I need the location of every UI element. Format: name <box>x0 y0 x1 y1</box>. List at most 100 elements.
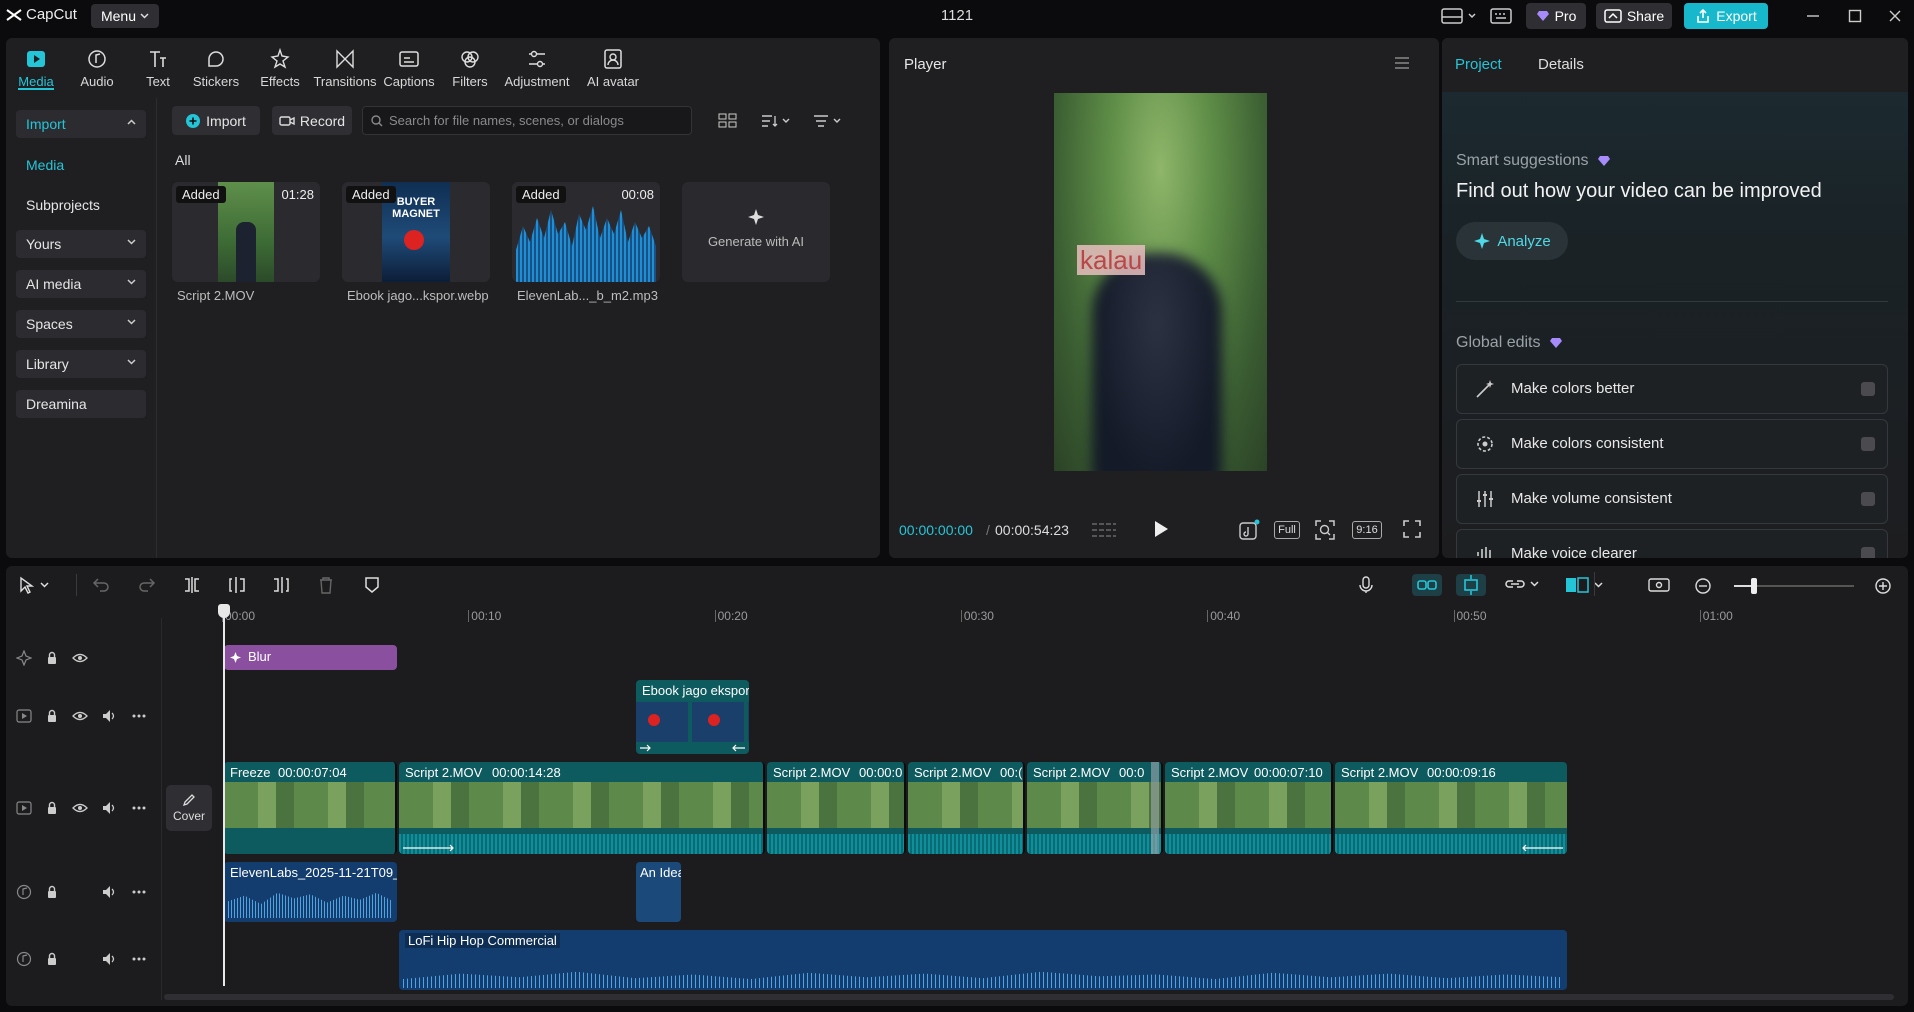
make-colors-consistent-option[interactable]: Make colors consistent <box>1456 419 1888 469</box>
main-clip-7[interactable]: Script 2.MOV 00:00:09:16 <box>1335 762 1567 854</box>
more-icon[interactable] <box>132 714 146 718</box>
make-volume-consistent-option[interactable]: Make volume consistent <box>1456 474 1888 524</box>
analyze-button[interactable]: Analyze <box>1456 222 1568 260</box>
player-menu-button[interactable] <box>1394 57 1410 69</box>
option-toggle[interactable] <box>1861 547 1875 558</box>
media-item-image[interactable]: BUYER MAGNET Added <box>342 182 490 282</box>
tab-stickers[interactable]: Stickers <box>182 48 250 89</box>
layout-button[interactable] <box>1440 3 1476 29</box>
fullscreen-button[interactable] <box>1402 519 1422 539</box>
sidebar-item-subprojects[interactable]: Subprojects <box>16 197 100 213</box>
search-input[interactable]: Search for file names, scenes, or dialog… <box>362 106 692 135</box>
delete-left-button[interactable] <box>228 576 246 594</box>
video-preview[interactable]: kalau <box>1054 93 1267 471</box>
delete-right-button[interactable] <box>272 576 290 594</box>
more-icon[interactable] <box>132 806 146 810</box>
lock-icon[interactable] <box>46 885 58 899</box>
export-button[interactable]: Export <box>1684 3 1768 29</box>
tab-details[interactable]: Details <box>1538 56 1584 73</box>
tab-audio[interactable]: Audio <box>63 48 131 89</box>
share-button[interactable]: Share <box>1596 3 1672 29</box>
microphone-button[interactable] <box>1358 576 1374 594</box>
generate-with-ai-card[interactable]: Generate with AI <box>682 182 830 282</box>
main-clip-4[interactable]: Script 2.MOV 00:( <box>908 762 1025 854</box>
tiktok-preview-button[interactable] <box>1238 519 1260 541</box>
clip-trim-handle[interactable] <box>1151 762 1159 854</box>
main-clip-freeze[interactable]: Freeze 00:00:07:04 <box>224 762 397 854</box>
aspect-ratio-button[interactable]: 9:16 <box>1352 521 1382 539</box>
playhead-handle[interactable] <box>218 604 230 618</box>
tab-media[interactable]: Media <box>2 48 70 90</box>
play-button[interactable] <box>1152 519 1170 539</box>
speaker-icon[interactable] <box>102 885 118 899</box>
lock-icon[interactable] <box>46 952 58 966</box>
keyboard-button[interactable] <box>1488 3 1514 29</box>
sidebar-item-yours[interactable]: Yours <box>16 230 146 258</box>
main-clip-5[interactable]: Script 2.MOV 00:0 <box>1027 762 1163 854</box>
marker-button[interactable] <box>364 576 380 594</box>
thumbnail-settings-button[interactable] <box>1648 577 1670 593</box>
sidebar-item-ai-media[interactable]: AI media <box>16 270 146 298</box>
zoom-fit-button[interactable] <box>1314 519 1336 541</box>
make-colors-better-option[interactable]: Make colors better <box>1456 364 1888 414</box>
eye-icon[interactable] <box>72 710 88 722</box>
more-icon[interactable] <box>132 957 146 961</box>
tab-project[interactable]: Project <box>1455 56 1502 73</box>
eye-icon[interactable] <box>72 802 88 814</box>
tab-ai-avatar[interactable]: AI avatar <box>579 48 647 89</box>
minimize-button[interactable] <box>1800 3 1826 29</box>
speaker-icon[interactable] <box>102 952 118 966</box>
overlay-clip-ebook[interactable]: Ebook jago ekspor <box>636 680 749 754</box>
link-button[interactable] <box>1504 576 1539 592</box>
option-toggle[interactable] <box>1861 382 1875 396</box>
sidebar-item-spaces[interactable]: Spaces <box>16 310 146 338</box>
tab-transitions[interactable]: Transitions <box>311 48 379 89</box>
make-voice-clearer-option[interactable]: Make voice clearer <box>1456 529 1888 558</box>
sidebar-item-dreamina[interactable]: Dreamina <box>16 390 146 418</box>
sidebar-item-import[interactable]: Import <box>16 110 146 138</box>
timeline-scrollbar[interactable] <box>164 994 1894 1000</box>
import-button[interactable]: Import <box>172 106 260 135</box>
main-clip-2[interactable]: Script 2.MOV 00:00:14:28 <box>399 762 765 854</box>
lock-icon[interactable] <box>46 801 58 815</box>
grid-view-button[interactable] <box>718 113 738 129</box>
split-button[interactable] <box>182 576 202 594</box>
zoom-out-button[interactable] <box>1694 577 1712 595</box>
audio-clip-lofi[interactable]: LoFi Hip Hop Commercial <box>399 930 1567 990</box>
sidebar-item-media[interactable]: Media <box>16 157 64 173</box>
lock-icon[interactable] <box>46 651 58 665</box>
more-icon[interactable] <box>132 890 146 894</box>
main-clip-6[interactable]: Script 2.MOV 00:00:07:10 <box>1165 762 1333 854</box>
maximize-button[interactable] <box>1842 3 1868 29</box>
zoom-in-button[interactable] <box>1874 577 1892 595</box>
tab-captions[interactable]: Captions <box>375 48 443 89</box>
zoom-slider[interactable] <box>1734 578 1854 594</box>
record-button[interactable]: Record <box>272 106 352 135</box>
main-clip-3[interactable]: Script 2.MOV 00:00:0 <box>767 762 906 854</box>
playhead[interactable] <box>223 606 225 986</box>
filter-button[interactable] <box>812 113 844 129</box>
speaker-icon[interactable] <box>102 801 118 815</box>
pro-button[interactable]: Pro <box>1526 3 1586 29</box>
effect-clip-blur[interactable]: Blur <box>224 645 397 670</box>
speaker-icon[interactable] <box>102 709 118 723</box>
auto-snap-button[interactable] <box>1456 574 1486 596</box>
main-track-magnet-button[interactable] <box>1412 574 1442 596</box>
audio-clip-elevenlabs[interactable]: ElevenLabs_2025-11-21T09_41 <box>224 862 397 922</box>
audio-clip-an-idea[interactable]: An Idea <box>636 862 681 922</box>
sidebar-item-library[interactable]: Library <box>16 350 146 378</box>
option-toggle[interactable] <box>1861 492 1875 506</box>
text-overlay[interactable]: kalau <box>1077 245 1146 275</box>
sort-button[interactable] <box>760 113 792 129</box>
select-tool-button[interactable] <box>18 576 49 594</box>
eye-icon[interactable] <box>72 652 88 664</box>
menu-button[interactable]: Menu <box>91 4 159 28</box>
media-item-audio[interactable]: Added 00:08 <box>512 182 660 282</box>
lock-icon[interactable] <box>46 709 58 723</box>
undo-button[interactable] <box>92 577 110 593</box>
media-item-video[interactable]: Added 01:28 <box>172 182 320 282</box>
preview-axis-button[interactable] <box>1564 574 1603 596</box>
delete-button[interactable] <box>318 576 334 594</box>
redo-button[interactable] <box>138 577 156 593</box>
tab-effects[interactable]: Effects <box>246 48 314 89</box>
